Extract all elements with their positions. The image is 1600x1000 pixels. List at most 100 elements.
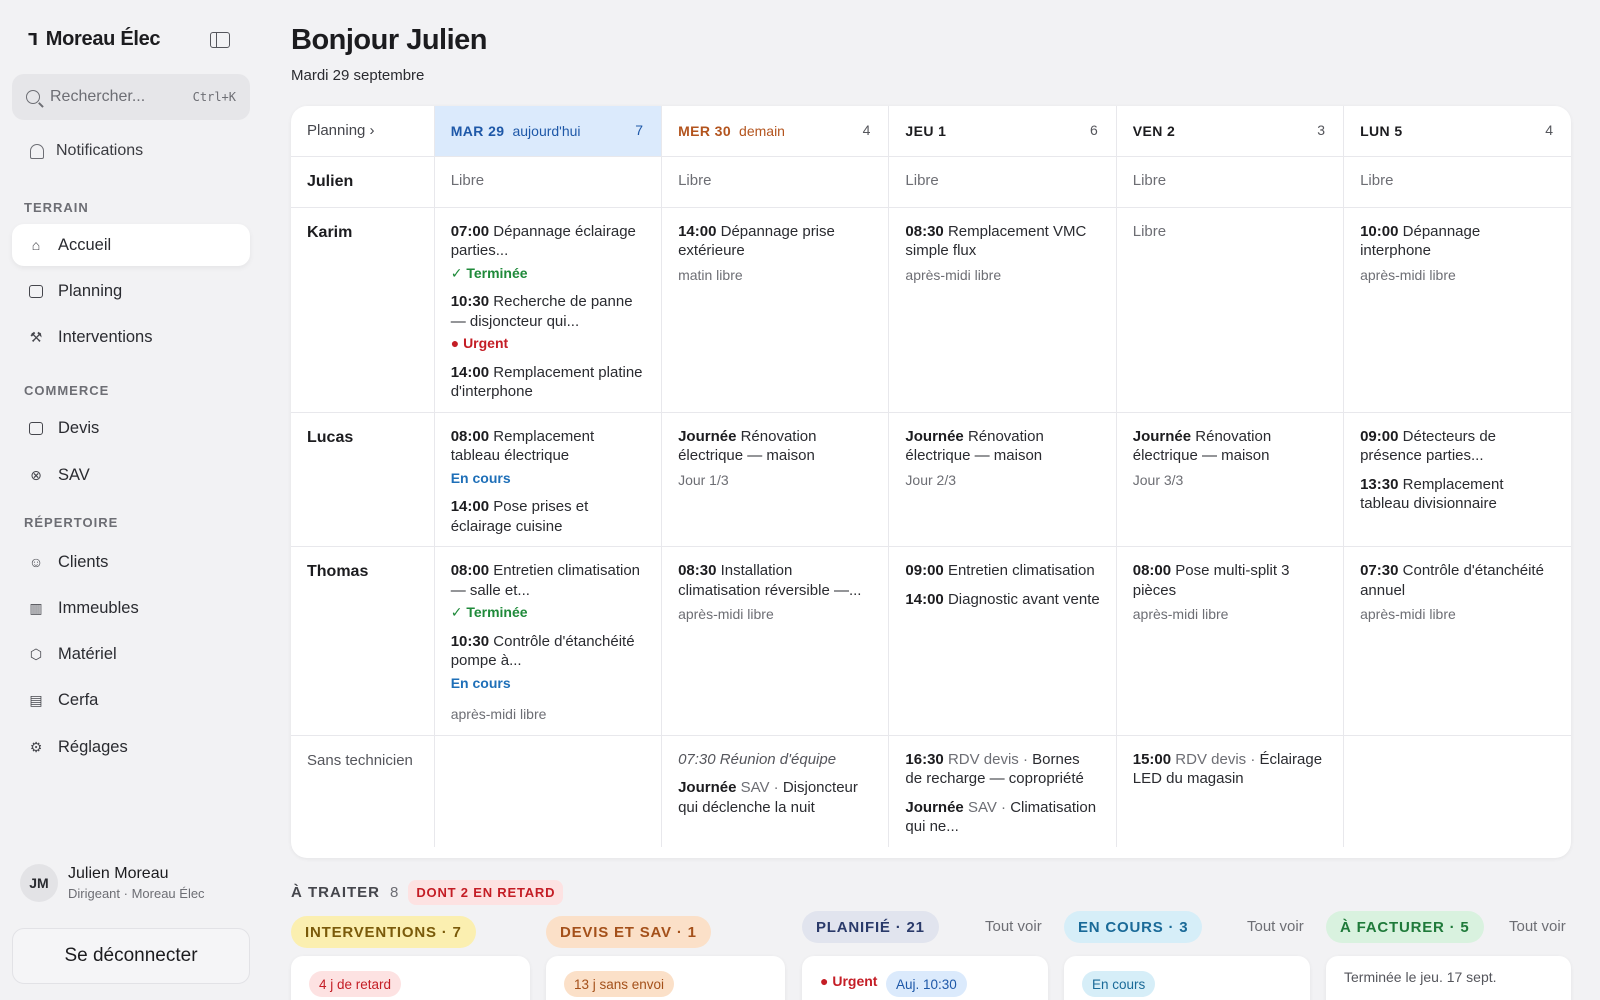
planning-event[interactable]: 08:00 Pose multi-split 3 pièces après-mid… xyxy=(1133,561,1327,625)
planning-cell[interactable]: Libre xyxy=(1343,156,1571,207)
planning-cell[interactable]: Libre xyxy=(433,156,662,207)
sidebar-item-reglages[interactable]: ⚙ Réglages xyxy=(12,726,250,768)
planning-cell[interactable]: 09:00 Détecteurs de présence parties... 1… xyxy=(1343,411,1571,547)
notifications-link[interactable]: Notifications xyxy=(30,142,143,160)
sidebar-item-interventions[interactable]: ⚒ Interventions xyxy=(12,316,250,358)
planning-event[interactable]: 10:00 Dépannage interphone après-midi lib… xyxy=(1360,222,1555,286)
user-card[interactable]: JM Julien Moreau Dirigeant · Moreau Élec xyxy=(20,864,205,902)
planning-event[interactable]: 10:30 Recherche de panne — disjoncteur q… xyxy=(451,292,645,354)
brand[interactable]: ᒣ Moreau Élec xyxy=(28,28,161,51)
planning-cell[interactable]: 08:30 Installation climatisation réversi… xyxy=(661,546,889,735)
planning-cell[interactable]: 16:30 RDV devis · Bornes de recharge — c… xyxy=(888,734,1117,847)
search-box[interactable]: Ctrl+K xyxy=(12,74,250,120)
pill-planifie[interactable]: PLANIFIÉ · 21 xyxy=(802,911,939,943)
planning-event[interactable]: 07:30 Réunion d'équipe xyxy=(678,750,872,770)
todo-card-planifie[interactable]: ● Urgent Auj. 10:30 xyxy=(802,956,1048,1000)
day-count: 6 xyxy=(1089,122,1098,138)
planning-cell[interactable]: 08:00 Pose multi-split 3 pièces après-mid… xyxy=(1115,546,1344,735)
logout-button[interactable]: Se déconnecter xyxy=(12,928,250,984)
planning-event[interactable]: 14:00 Diagnostic avant vente xyxy=(905,590,1099,610)
planning-event[interactable]: 16:30 RDV devis · Bornes de recharge — c… xyxy=(905,750,1099,789)
planning-cell[interactable] xyxy=(433,734,662,847)
planning-cell[interactable]: Journée Rénovation électrique — maison Jo… xyxy=(661,411,889,547)
see-all-a-facturer[interactable]: Tout voir xyxy=(1509,918,1566,935)
event-time: Journée xyxy=(1132,427,1192,445)
planning-event[interactable]: Journée Rénovation électrique — maison Jo… xyxy=(1133,427,1327,491)
event-kind: RDV devis · xyxy=(947,750,1028,768)
technician-name: Julien xyxy=(307,172,354,190)
home-icon: ⌂ xyxy=(31,237,41,253)
planning-event[interactable]: 14:00 Dépannage prise extérieure matin li… xyxy=(678,222,872,286)
planning-cell[interactable]: 08:00 Entretien climatisation — salle et… xyxy=(433,546,662,735)
day-header[interactable]: VEN 2 3 xyxy=(1115,106,1344,157)
sidebar-item-materiel[interactable]: ⬡ Matériel xyxy=(12,633,250,675)
sidebar-item-cerfa[interactable]: ▤ Cerfa xyxy=(12,679,250,721)
sidebar-item-accueil[interactable]: ⌂ Accueil xyxy=(12,224,250,266)
todo-card-interventions[interactable]: 4 j de retard xyxy=(291,956,530,1000)
todo-header: À TRAITER 8 DONT 2 EN RETARD xyxy=(291,880,564,905)
planning-cell[interactable]: 09:00 Entretien climatisation 14:00 Diagn… xyxy=(888,546,1117,735)
planning-event[interactable]: 09:00 Entretien climatisation xyxy=(905,561,1099,581)
search-input[interactable] xyxy=(50,88,180,106)
planning-cell[interactable]: Libre xyxy=(661,156,889,207)
sidebar-item-devis[interactable]: Devis xyxy=(12,407,250,449)
late-badge: DONT 2 EN RETARD xyxy=(408,880,564,905)
event-note: après-midi libre xyxy=(678,606,774,622)
planning-event[interactable]: 09:00 Détecteurs de présence parties... xyxy=(1360,427,1555,466)
planning-event[interactable]: Journée Rénovation électrique — maison Jo… xyxy=(678,427,872,491)
planning-event[interactable]: 07:00 Dépannage éclairage parties... ✓ Te… xyxy=(451,222,645,284)
pill-interventions[interactable]: INTERVENTIONS · 7 xyxy=(291,916,476,948)
free-slot-label: Libre xyxy=(450,171,485,189)
planning-event[interactable]: 08:30 Remplacement VMC simple flux après-… xyxy=(905,222,1099,286)
day-header[interactable]: MAR 29 aujourd'hui 7 xyxy=(433,106,662,157)
planning-cell[interactable] xyxy=(1343,734,1571,847)
planning-event[interactable]: 10:30 Contrôle d'étanchéité pompe à... En… xyxy=(451,632,645,725)
planning-cell[interactable]: 07:00 Dépannage éclairage parties... ✓ Te… xyxy=(433,206,662,412)
event-time: 08:00 xyxy=(1132,562,1172,579)
sidebar-item-clients[interactable]: ☺ Clients xyxy=(12,541,250,583)
planning-cell[interactable]: 08:00 Remplacement tableau électrique En … xyxy=(433,411,662,547)
planning-event[interactable]: 14:00 Pose prises et éclairage cuisine xyxy=(451,497,645,536)
planning-event[interactable]: 13:30 Remplacement tableau divisionnaire xyxy=(1360,475,1555,514)
planning-event[interactable]: 07:30 Contrôle d'étanchéité annuel après-… xyxy=(1360,561,1555,625)
planning-cell[interactable]: 08:30 Remplacement VMC simple flux après-… xyxy=(888,206,1117,412)
sidebar-toggle-icon[interactable] xyxy=(210,32,230,48)
planning-event[interactable]: 08:00 Remplacement tableau électrique En … xyxy=(451,427,645,489)
event-note: Jour 2/3 xyxy=(905,471,956,488)
day-header[interactable]: LUN 5 4 xyxy=(1343,106,1571,157)
planning-cell[interactable]: Journée Rénovation électrique — maison Jo… xyxy=(888,411,1117,547)
planning-cell[interactable]: 14:00 Dépannage prise extérieure matin li… xyxy=(661,206,889,412)
planning-cell[interactable]: Journée Rénovation électrique — maison Jo… xyxy=(1115,411,1344,547)
planning-event[interactable]: Journée SAV · Disjoncteur qui déclenche … xyxy=(678,778,872,817)
planning-event[interactable]: 14:00 Remplacement platine d'interphone xyxy=(451,363,645,402)
event-note: après-midi libre xyxy=(1132,606,1229,622)
pill-a-facturer[interactable]: À FACTURER · 5 xyxy=(1326,911,1484,943)
planning-event[interactable]: Journée SAV · Climatisation qui ne... xyxy=(905,798,1099,837)
sidebar-item-immeubles[interactable]: ▥ Immeubles xyxy=(12,587,250,629)
pill-en-cours[interactable]: EN COURS · 3 xyxy=(1064,911,1203,943)
planning-cell[interactable]: 07:30 Réunion d'équipe Journée SAV · Disj… xyxy=(661,734,889,847)
planning-link[interactable]: Planning › xyxy=(291,106,435,157)
planning-cell[interactable]: Libre xyxy=(1115,156,1344,207)
pill-devis-sav[interactable]: DEVIS ET SAV · 1 xyxy=(546,916,711,948)
planning-cell[interactable]: 07:30 Contrôle d'étanchéité annuel après-… xyxy=(1343,546,1571,735)
see-all-planifie[interactable]: Tout voir xyxy=(985,918,1042,935)
day-header[interactable]: JEU 1 6 xyxy=(888,106,1117,157)
planning-event[interactable]: Journée Rénovation électrique — maison Jo… xyxy=(905,427,1099,491)
planning-cell[interactable]: 15:00 RDV devis · Éclairage LED du magas… xyxy=(1115,734,1344,847)
planning-event[interactable]: 15:00 RDV devis · Éclairage LED du magas… xyxy=(1133,750,1327,789)
technician-name: Thomas xyxy=(291,546,435,735)
todo-card-a-facturer[interactable]: Terminée le jeu. 17 sept. xyxy=(1326,956,1571,1000)
todo-card-en-cours[interactable]: En cours xyxy=(1064,956,1310,1000)
planning-event[interactable]: 08:30 Installation climatisation réversi… xyxy=(678,561,872,625)
planning-event[interactable]: 08:00 Entretien climatisation — salle et… xyxy=(451,561,645,623)
support-icon: ⊗ xyxy=(30,466,42,483)
todo-card-devis-sav[interactable]: 13 j sans envoi xyxy=(546,956,785,1000)
planning-cell[interactable]: 10:00 Dépannage interphone après-midi lib… xyxy=(1343,206,1571,412)
day-header[interactable]: MER 30 demain 4 xyxy=(661,106,889,157)
planning-cell[interactable]: Libre xyxy=(888,156,1117,207)
sidebar-item-sav[interactable]: ⊗ SAV xyxy=(12,454,250,496)
see-all-en-cours[interactable]: Tout voir xyxy=(1247,918,1304,935)
sidebar-item-planning[interactable]: Planning xyxy=(12,270,250,312)
planning-cell[interactable]: Libre xyxy=(1115,206,1344,412)
